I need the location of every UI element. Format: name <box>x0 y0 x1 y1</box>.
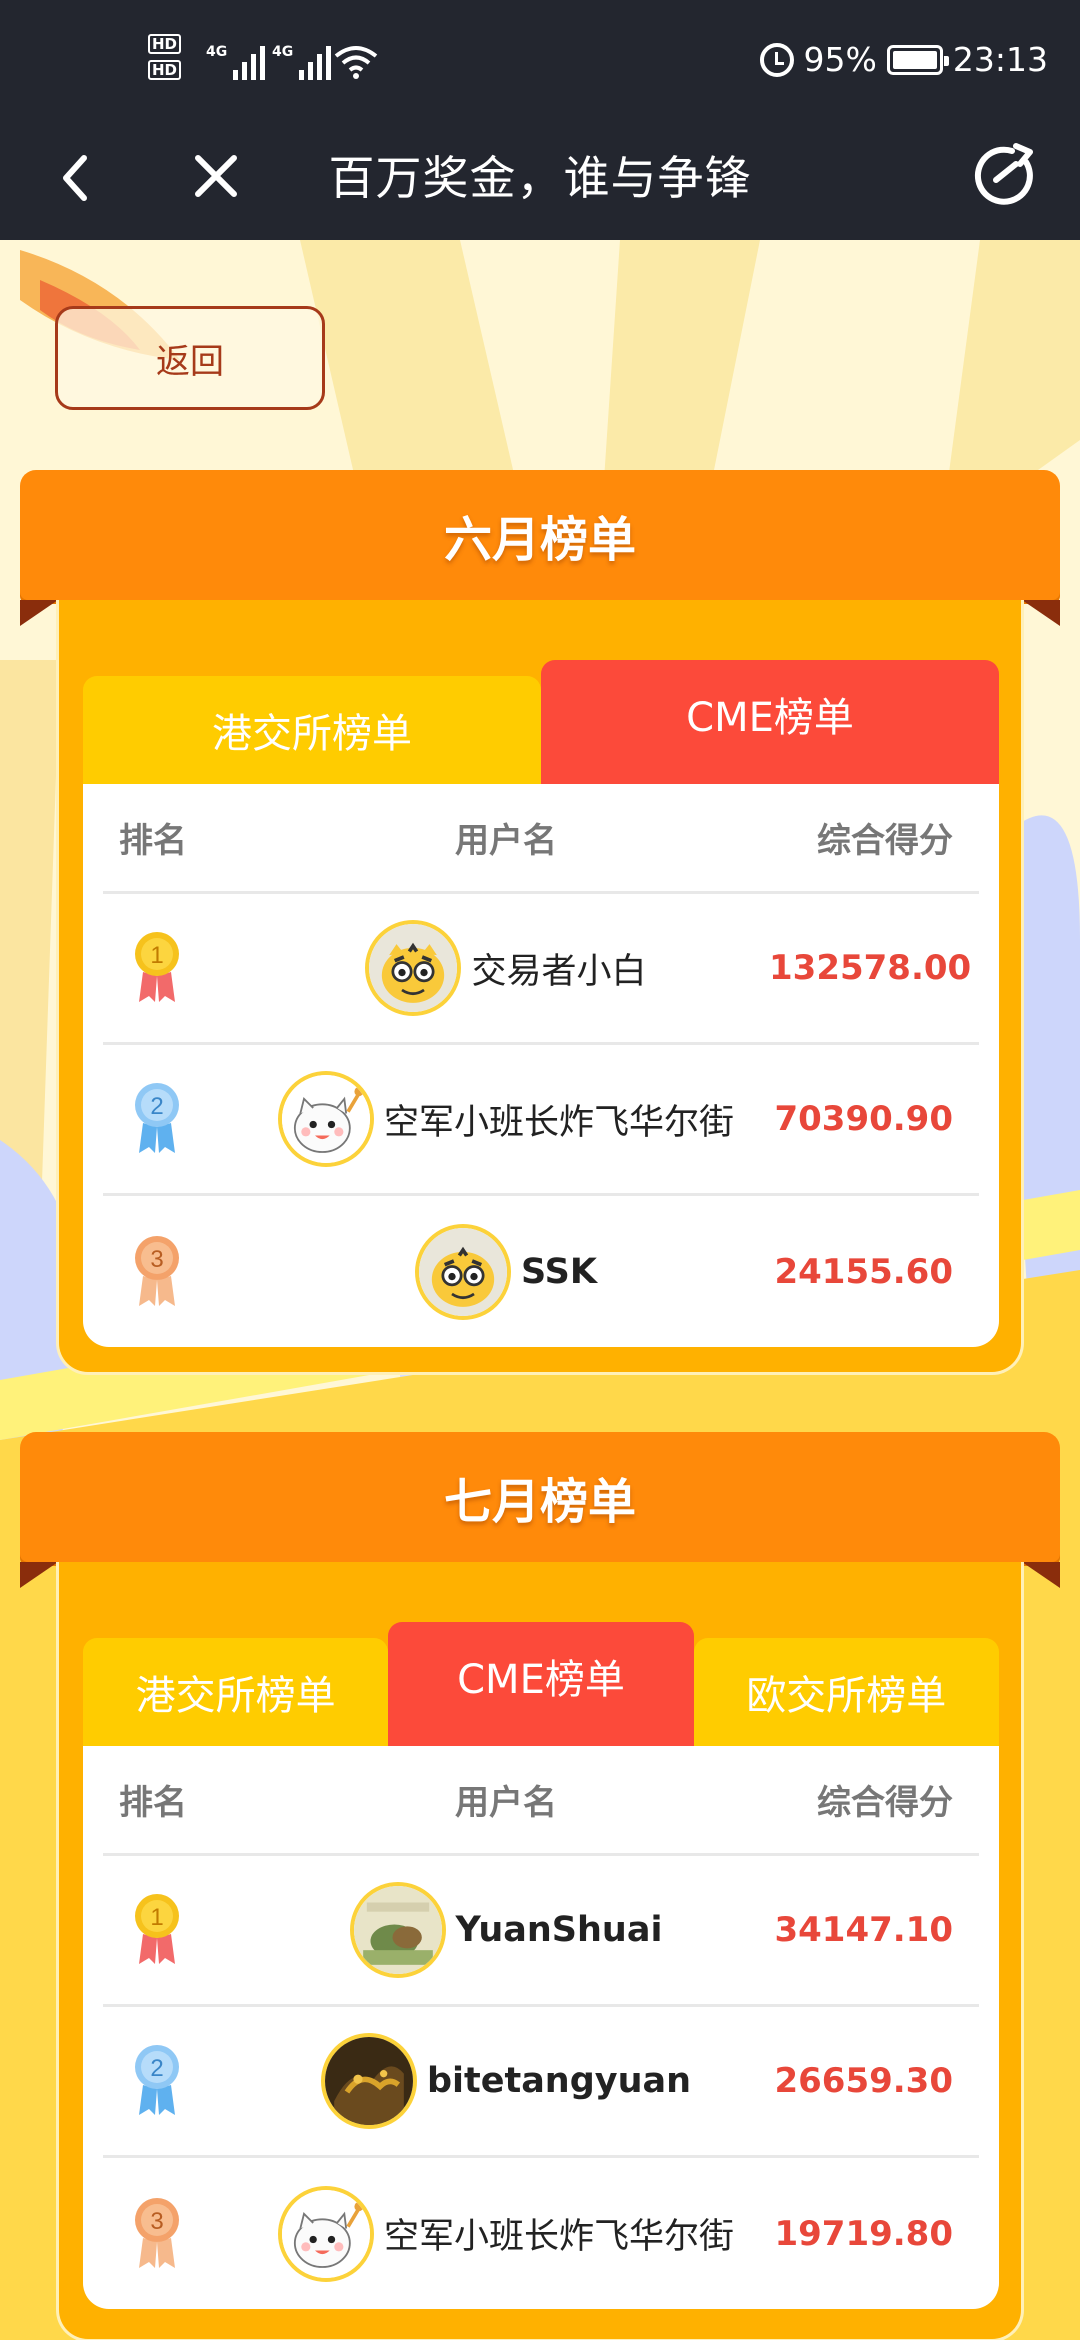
silver-medal-icon: 2 <box>135 2045 179 2115</box>
refresh-icon[interactable] <box>972 142 1040 210</box>
user-name: bitetangyuan <box>426 2061 692 2101</box>
ribbon-fold-left <box>20 600 58 626</box>
tab-cme[interactable]: CME榜单 <box>388 1622 694 1746</box>
table-row: 2 空军小班长炸飞华尔街 70390.90 <box>103 1045 979 1196</box>
bronze-medal-icon: 3 <box>135 2197 179 2268</box>
cat-avatar-icon <box>277 1071 374 1167</box>
gold-medal-icon: 1 <box>135 932 179 1002</box>
table-header: 排名 用户名 综合得分 <box>103 1746 979 1856</box>
gold-medal-icon: 1 <box>135 1894 179 1964</box>
rank-number: 3 <box>150 2208 163 2235</box>
ranking-table: 排名 用户名 综合得分 1 <box>83 784 999 1347</box>
signal-icon-2: 4G <box>272 44 332 80</box>
table-header: 排名 用户名 综合得分 <box>103 784 979 894</box>
user-name: 空军小班长炸飞华尔街 <box>383 2217 734 2257</box>
score-value: 34147.10 <box>774 1910 953 1950</box>
status-bar: HD HD 4G 4G 95% 23:13 <box>0 0 1080 130</box>
rank-number: 1 <box>150 1904 163 1931</box>
back-button[interactable]: 返回 <box>55 306 325 410</box>
score-value: 70390.90 <box>774 1099 953 1139</box>
signal-icon-1: 4G <box>206 44 266 80</box>
top-bar: HD HD 4G 4G 95% 23:13 百万奖金，谁与争锋 <box>0 0 1080 240</box>
table-row: 2 bitetangyuan 26659.30 <box>103 2007 979 2158</box>
rank-number: 1 <box>150 942 163 969</box>
hd2-badge: HD <box>148 60 182 80</box>
painting-avatar-icon <box>349 1882 446 1978</box>
rank-number: 2 <box>150 1093 163 1120</box>
table-row: 3 空军小班长炸飞华尔街 19719.80 <box>103 2158 979 2309</box>
board-body: 港交所榜单 CME榜单 欧交所榜单 排名 用户名 综合得分 1 YuanShua… <box>56 1562 1024 2340</box>
hd1-badge: HD <box>148 34 182 54</box>
exchange-tabs: 港交所榜单 CME榜单 欧交所榜单 <box>83 1622 999 1746</box>
july-leaderboard: 七月榜单 港交所榜单 CME榜单 欧交所榜单 排名 用户名 综合得分 1 Yua… <box>0 1432 1080 2340</box>
ranking-table: 排名 用户名 综合得分 1 <box>83 1746 999 2309</box>
board-title: 六月榜单 <box>20 470 1060 600</box>
table-row: 3 SSK 24155.60 <box>103 1196 979 1347</box>
clock: 23:13 <box>952 40 1048 79</box>
table-row: 1 交易者小白 132578.00 <box>103 894 979 1045</box>
tab-cme[interactable]: CME榜单 <box>541 660 999 784</box>
column-user: 用户名 <box>455 1783 557 1823</box>
user-name: SSK <box>521 1251 597 1292</box>
user-name: YuanShuai <box>455 1910 663 1950</box>
battery-icon <box>886 44 949 75</box>
page-title: 百万奖金，谁与争锋 <box>328 151 752 205</box>
tiger-avatar-icon <box>415 1223 512 1320</box>
score-value: 132578.00 <box>769 948 972 988</box>
table-row: 1 YuanShuai 34147.10 <box>103 1856 979 2007</box>
user-name: 交易者小白 <box>471 951 647 992</box>
column-rank: 排名 <box>119 821 187 861</box>
bronze-medal-icon: 3 <box>135 1235 179 1306</box>
rank-number: 2 <box>150 2055 163 2082</box>
column-score: 综合得分 <box>817 1783 953 1823</box>
column-score: 综合得分 <box>817 821 953 861</box>
score-value: 19719.80 <box>774 2213 953 2254</box>
tab-hkex[interactable]: 港交所榜单 <box>83 1638 389 1746</box>
score-value: 24155.60 <box>774 1251 953 1292</box>
column-rank: 排名 <box>119 1783 187 1823</box>
status-right-group: 95% 23:13 <box>759 40 1048 79</box>
user-name: 空军小班长炸飞华尔街 <box>383 1102 734 1143</box>
rank-number: 3 <box>150 1246 163 1273</box>
hd-indicator: HD HD <box>148 34 182 86</box>
column-user: 用户名 <box>455 821 557 861</box>
alarm-icon <box>759 42 794 77</box>
tab-hkex[interactable]: 港交所榜单 <box>83 676 541 784</box>
network-type-1: 4G <box>206 44 228 60</box>
exchange-tabs: 港交所榜单 CME榜单 <box>83 660 999 784</box>
ribbon-fold-right <box>1022 1562 1060 1588</box>
ribbon-fold-left <box>20 1562 58 1588</box>
june-leaderboard: 六月榜单 港交所榜单 CME榜单 排名 用户名 综合得分 1 交易者小白 132… <box>0 470 1080 1375</box>
tab-eurex[interactable]: 欧交所榜单 <box>693 1638 999 1746</box>
ribbon-fold-right <box>1022 600 1060 626</box>
silver-medal-icon: 2 <box>135 1083 179 1153</box>
cat-avatar-icon <box>277 2185 374 2282</box>
wifi-icon <box>334 46 378 79</box>
battery-percent: 95% <box>803 40 877 79</box>
network-type-2: 4G <box>272 44 294 60</box>
nav-bar: 百万奖金，谁与争锋 <box>0 130 1080 240</box>
board-body: 港交所榜单 CME榜单 排名 用户名 综合得分 1 交易者小白 132578.0… <box>56 600 1024 1375</box>
dark-photo-avatar-icon <box>320 2033 417 2129</box>
score-value: 26659.30 <box>774 2061 953 2101</box>
board-title: 七月榜单 <box>20 1432 1060 1562</box>
tiger-avatar-icon <box>365 920 462 1016</box>
